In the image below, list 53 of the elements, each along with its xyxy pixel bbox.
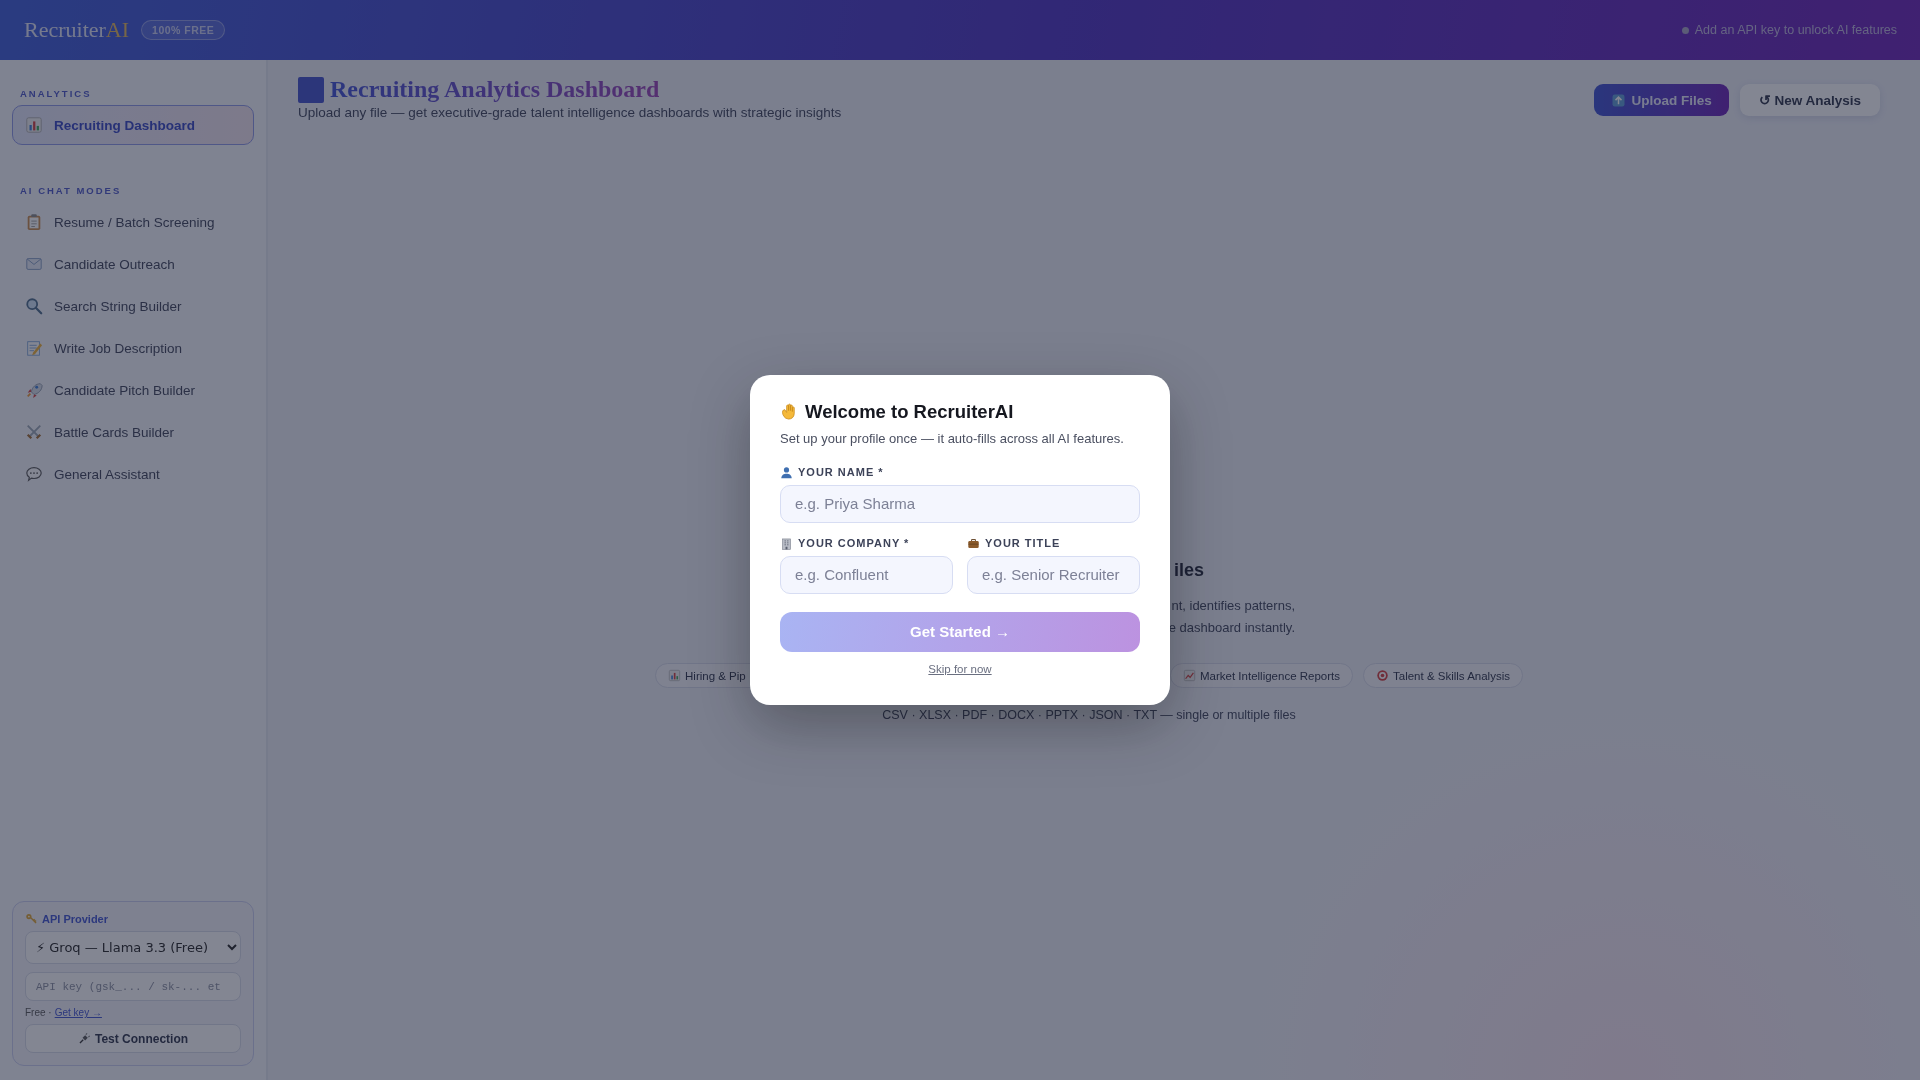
key-icon xyxy=(25,912,38,925)
page-subtitle: Upload any file — get executive-grade talent intelligence dashboards with strategic insights xyxy=(298,105,843,120)
bar-chart-icon xyxy=(25,116,43,134)
target-icon xyxy=(1376,669,1389,682)
sidebar-item[interactable]: Candidate Pitch Builder xyxy=(12,370,254,410)
briefcase-icon xyxy=(967,536,980,550)
file-formats-text: CSV · XLSX · PDF · DOCX · PPTX · JSON · TXT — single or multiple files xyxy=(882,708,1296,722)
section-heading: ANALYTICS xyxy=(19,87,93,101)
get-key-link[interactable]: Get key → xyxy=(54,1007,102,1018)
sidebar-item[interactable]: Battle Cards Builder xyxy=(12,412,254,452)
status-dot xyxy=(1681,26,1689,34)
square-icon xyxy=(298,76,324,103)
sidebar-item[interactable]: Write Job Description xyxy=(12,328,254,368)
status-text: Add an API key to unlock AI features xyxy=(1694,23,1897,37)
envelope-icon xyxy=(25,255,43,273)
sidebar-item[interactable]: Resume / Batch Screening xyxy=(12,202,254,242)
input-field[interactable]: e.g. Confluent xyxy=(780,555,953,594)
dialog-subtitle: Set up your profile once — it auto-fills across all AI features. xyxy=(780,430,1125,446)
skip-link[interactable]: Skip for now xyxy=(928,662,992,675)
bar-chart-icon xyxy=(668,669,681,682)
sidebar-item[interactable]: Recruiting Dashboard xyxy=(12,105,254,145)
crossed-swords-icon xyxy=(25,423,43,441)
dialog-title: Welcome to RecruiterAI xyxy=(805,400,1014,423)
rocket-icon xyxy=(25,381,43,399)
input-field[interactable]: e.g. Priya Sharma xyxy=(780,484,1140,523)
section-heading: AI CHAT MODES xyxy=(19,184,123,198)
empty-state-heading: iles xyxy=(1173,560,1204,581)
sidebar-item[interactable]: Candidate Outreach xyxy=(12,244,254,284)
search-icon xyxy=(25,297,43,315)
provider-dropdown[interactable]: ⚡ Groq — Llama 3.3 (Free) xyxy=(25,931,241,964)
memo-pencil-icon xyxy=(25,339,43,357)
input-field[interactable]: e.g. Senior Recruiter xyxy=(967,555,1140,594)
app-logo: RecruiterAI xyxy=(24,17,130,43)
data-type-chip: Market Intelligence Reports xyxy=(1170,663,1353,688)
sidebar-item[interactable]: Search String Builder xyxy=(12,286,254,326)
clipboard-icon xyxy=(25,213,43,231)
plug-icon xyxy=(77,1032,91,1045)
field-label: YOUR NAME * xyxy=(798,466,884,478)
note-text: Free · xyxy=(25,1007,52,1018)
data-type-chip: Talent & Skills Analysis xyxy=(1363,663,1523,688)
trend-chart-icon xyxy=(1183,669,1196,682)
person-icon xyxy=(780,465,793,479)
new-analysis-button[interactable]: ↺ New Analysis xyxy=(1739,84,1880,116)
panel-title: API Provider xyxy=(42,912,109,925)
upload-files-button[interactable]: Upload Files xyxy=(1594,84,1729,116)
speech-bubble-icon xyxy=(25,465,43,483)
test-connection-button[interactable]: Test Connection xyxy=(25,1024,241,1053)
building-icon xyxy=(780,536,793,550)
field-label: YOUR TITLE xyxy=(985,537,1061,549)
field-label: YOUR COMPANY * xyxy=(798,537,910,549)
sidebar-item[interactable]: General Assistant xyxy=(12,454,254,494)
get-started-button[interactable]: Get Started → xyxy=(780,611,1140,652)
empty-state-text: nt, identifies patterns, xyxy=(1171,597,1295,615)
